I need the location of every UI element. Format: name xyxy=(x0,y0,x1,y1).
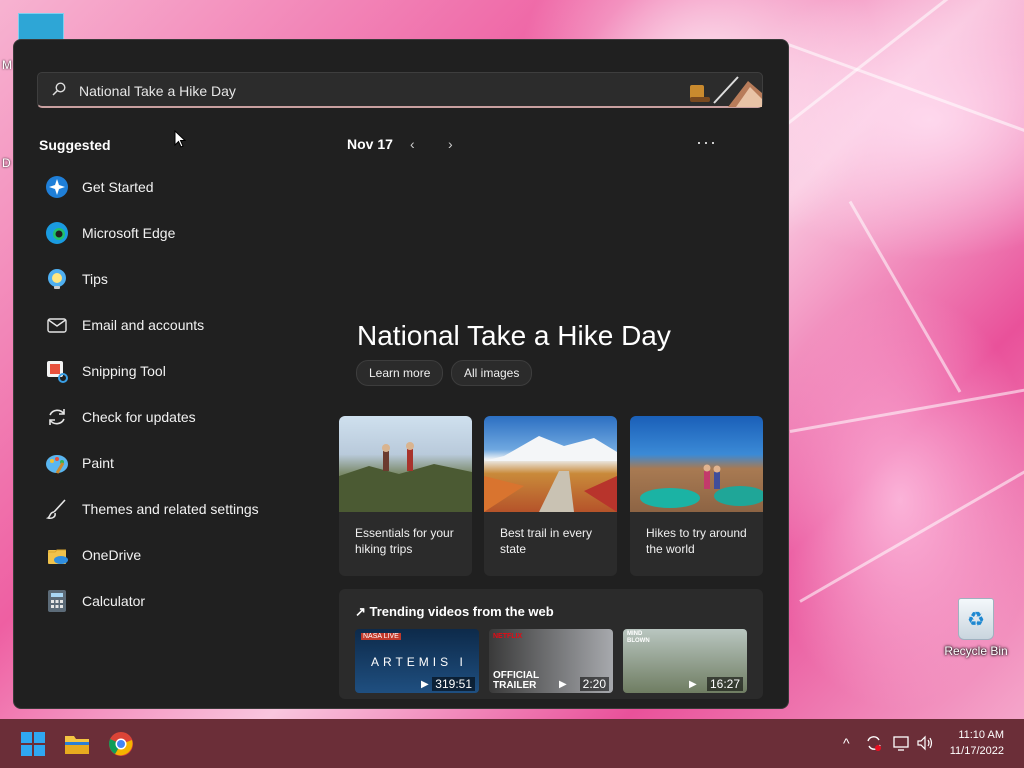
recycle-bin[interactable]: ♻ Recycle Bin xyxy=(944,598,1008,658)
video-overlay-text: OFFICIAL TRAILER xyxy=(493,670,539,691)
play-icon: ▶ xyxy=(689,679,697,690)
suggested-item-themes[interactable]: Themes and related settings xyxy=(44,486,324,532)
brush-icon xyxy=(44,496,70,522)
snipping-tool-icon xyxy=(44,358,70,384)
sync-icon[interactable] xyxy=(865,734,883,752)
taskbar-clock[interactable]: 11:10 AM 11/17/2022 xyxy=(950,727,1004,759)
suggested-item-updates[interactable]: Check for updates xyxy=(44,394,324,440)
suggested-list: Get Started Microsoft Edge Tips Email an… xyxy=(44,164,324,624)
volume-icon[interactable] xyxy=(916,734,934,752)
suggested-item-email[interactable]: Email and accounts xyxy=(44,302,324,348)
suggested-item-label: Themes and related settings xyxy=(82,501,259,517)
play-icon: ▶ xyxy=(421,679,429,690)
suggested-item-onedrive[interactable]: OneDrive xyxy=(44,532,324,578)
video-badge: NASA LIVE xyxy=(361,633,401,640)
clock-date: 11/17/2022 xyxy=(949,745,1004,757)
search-input[interactable]: National Take a Hike Day xyxy=(79,83,236,99)
card-caption: Hikes to try around the world xyxy=(646,526,747,556)
card-image xyxy=(484,416,617,512)
recycle-bin-label: Recycle Bin xyxy=(944,644,1008,658)
feed-card[interactable]: Essentials for your hiking trips xyxy=(339,416,472,576)
prev-day-button[interactable]: ‹ xyxy=(410,136,415,152)
video-thumbnail[interactable]: NASA LIVE ARTEMIS I ▶ 319:51 xyxy=(355,629,479,693)
feed-date: Nov 17 xyxy=(347,136,393,152)
recycle-bin-icon: ♻ xyxy=(958,598,994,640)
search-icon xyxy=(52,82,66,96)
play-icon: ▶ xyxy=(559,679,567,690)
suggested-item-label: Get Started xyxy=(82,179,154,195)
windows-start-icon[interactable] xyxy=(20,731,46,757)
mouse-cursor-icon xyxy=(174,130,186,148)
hiking-boot-icon xyxy=(690,76,762,107)
learn-more-button[interactable]: Learn more xyxy=(356,360,444,386)
suggested-item-label: OneDrive xyxy=(82,547,142,563)
video-overlay-text: ARTEMIS I xyxy=(371,655,467,669)
hero-title: National Take a Hike Day xyxy=(357,320,671,351)
video-badge: MIND BLOWN xyxy=(627,631,650,644)
suggested-item-label: Paint xyxy=(82,455,114,471)
search-box[interactable]: National Take a Hike Day xyxy=(37,72,763,108)
start-menu: National Take a Hike Day Suggested Get S… xyxy=(13,39,789,709)
suggested-item-label: Snipping Tool xyxy=(82,363,166,379)
video-thumbnail[interactable]: NETFLIX OFFICIAL TRAILER ▶ 2:20 xyxy=(489,629,613,693)
card-caption: Essentials for your hiking trips xyxy=(355,526,454,556)
mail-icon xyxy=(44,312,70,338)
feed-date-nav: Nov 17 ‹ › xyxy=(347,136,453,156)
video-badge: NETFLIX xyxy=(493,633,523,640)
trending-videos-panel: ↗ Trending videos from the web NASA LIVE… xyxy=(339,589,763,699)
feed-card[interactable]: Best trail in every state xyxy=(484,416,617,576)
file-explorer-icon[interactable] xyxy=(64,731,90,757)
get-started-icon xyxy=(44,174,70,200)
suggested-item-edge[interactable]: Microsoft Edge xyxy=(44,210,324,256)
suggested-item-get-started[interactable]: Get Started xyxy=(44,164,324,210)
suggested-item-label: Tips xyxy=(82,271,108,287)
more-options-button[interactable]: ··· xyxy=(696,132,717,153)
desktop-icon-label: M xyxy=(2,58,12,72)
card-caption: Best trail in every state xyxy=(500,526,593,556)
suggested-item-paint[interactable]: Paint xyxy=(44,440,324,486)
suggested-item-snipping[interactable]: Snipping Tool xyxy=(44,348,324,394)
tips-icon xyxy=(44,266,70,292)
suggested-item-calculator[interactable]: Calculator xyxy=(44,578,324,624)
chrome-icon[interactable] xyxy=(108,731,134,757)
suggested-heading: Suggested xyxy=(39,137,111,153)
onedrive-icon xyxy=(44,542,70,568)
refresh-icon xyxy=(44,404,70,430)
suggested-item-label: Calculator xyxy=(82,593,146,609)
all-images-button[interactable]: All images xyxy=(451,360,533,386)
suggested-item-tips[interactable]: Tips xyxy=(44,256,324,302)
desktop-icon[interactable] xyxy=(18,13,64,41)
feed-card[interactable]: Hikes to try around the world xyxy=(630,416,763,576)
video-thumbnail[interactable]: MIND BLOWN ▶ 16:27 xyxy=(623,629,747,693)
clock-time: 11:10 AM xyxy=(958,729,1004,741)
card-image xyxy=(630,416,763,512)
taskbar: ^ 11:10 AM 11/17/2022 xyxy=(0,719,1024,768)
calculator-icon xyxy=(44,588,70,614)
suggested-item-label: Check for updates xyxy=(82,409,196,425)
trending-arrow-icon: ↗ xyxy=(355,604,370,619)
suggested-item-label: Email and accounts xyxy=(82,317,205,333)
suggested-item-label: Microsoft Edge xyxy=(82,225,176,241)
show-hidden-icons-button[interactable]: ^ xyxy=(843,735,850,751)
video-duration: 16:27 xyxy=(706,677,743,691)
trending-title: ↗ Trending videos from the web xyxy=(355,604,554,619)
network-icon[interactable] xyxy=(892,734,910,752)
video-duration: 2:20 xyxy=(579,677,609,691)
video-duration: 319:51 xyxy=(432,677,475,691)
next-day-button[interactable]: › xyxy=(448,136,453,152)
desktop-icon-label: D xyxy=(2,156,11,170)
card-image xyxy=(339,416,472,512)
paint-icon xyxy=(44,450,70,476)
edge-icon xyxy=(44,220,70,246)
